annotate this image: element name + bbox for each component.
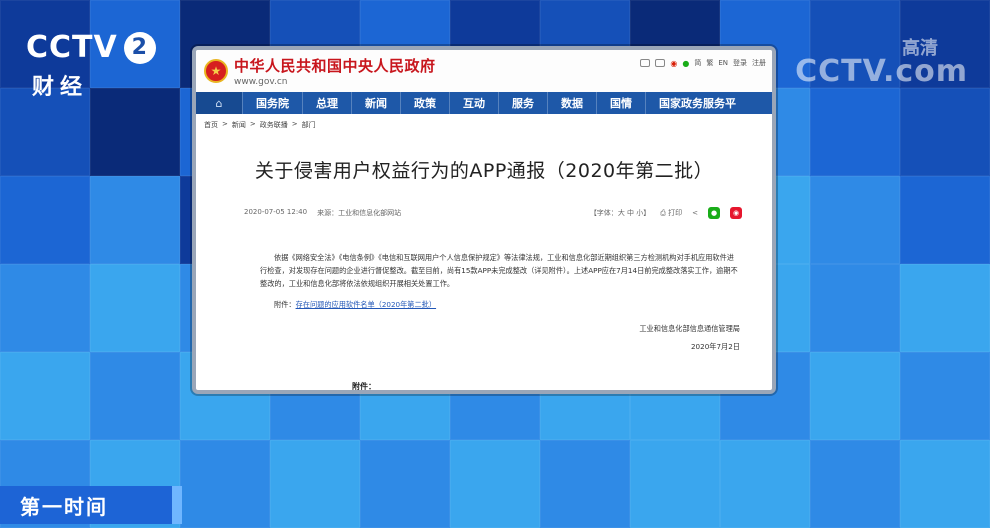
nav-item-policy[interactable]: 政策 <box>400 92 449 114</box>
hd-badge: 高清 <box>902 38 938 59</box>
nav-item-news[interactable]: 新闻 <box>351 92 400 114</box>
wechat-icon[interactable]: ● <box>682 59 689 68</box>
print-button[interactable]: ⎙ 打印 <box>660 208 682 218</box>
nav-item-data[interactable]: 数据 <box>547 92 596 114</box>
cctv-hd-watermark: 高清 CCTV.com <box>795 38 968 89</box>
cctv-com-logo: CCTV.com <box>795 54 968 89</box>
channel-number: 2 <box>123 31 156 64</box>
article-title: 关于侵害用户权益行为的APP通报（2020年第二批） <box>254 160 714 182</box>
breadcrumb-home[interactable]: 首页 <box>204 120 218 130</box>
cctv-logo-text: CCTV <box>26 30 118 65</box>
program-name: 第一时间 <box>20 494 108 519</box>
nav-item-gov-services[interactable]: 国家政务服务平 <box>645 92 749 114</box>
breadcrumb-departments[interactable]: 部门 <box>302 120 316 130</box>
attachment-heading: 附件： <box>352 382 376 391</box>
breadcrumb: 首页 > 新闻 > 政务联播 > 部门 <box>204 120 316 130</box>
printer-icon: ⎙ <box>660 209 666 217</box>
signature-org: 工业和信息化部信息通信管理局 <box>639 324 740 333</box>
nav-item-state-council[interactable]: 国务院 <box>242 92 302 114</box>
attachment-link[interactable]: 存在问题的应用软件名单（2020年第二批） <box>296 300 436 309</box>
breadcrumb-news[interactable]: 新闻 <box>232 120 246 130</box>
link-register[interactable]: 注册 <box>752 58 766 68</box>
mobile-icon[interactable] <box>655 59 666 67</box>
breadcrumb-gov-broadcast[interactable]: 政务联播 <box>260 120 288 130</box>
link-traditional[interactable]: 繁 <box>706 58 713 68</box>
source-name: 工业和信息化部网站 <box>338 209 402 217</box>
attachment-line: 附件：存在问题的应用软件名单（2020年第二批） <box>260 300 772 310</box>
link-simplified[interactable]: 简 <box>694 58 701 68</box>
weibo-share-icon[interactable]: ◉ <box>730 207 742 219</box>
attachment-label: 附件： <box>274 300 296 309</box>
weibo-icon[interactable]: ◉ <box>670 59 677 68</box>
site-url: www.gov.cn <box>234 77 288 87</box>
channel-name: 财经 <box>32 75 89 100</box>
link-english[interactable]: EN <box>718 59 728 67</box>
source-label: 来源： <box>317 209 339 217</box>
wechat-share-icon[interactable]: ● <box>708 207 720 219</box>
nav-item-national-info[interactable]: 国情 <box>596 92 645 114</box>
publish-date: 2020-07-05 12:40 <box>244 208 308 216</box>
article-paragraph: 依据《网络安全法》《电信条例》《电信和互联网用户个人信息保护规定》等法律法规，工… <box>260 253 738 288</box>
program-caption: 第一时间 <box>0 486 182 524</box>
nav-item-interaction[interactable]: 互动 <box>449 92 498 114</box>
main-nav: ⌂ 国务院 总理 新闻 政策 互动 服务 数据 国情 国家政务服务平 <box>196 92 772 114</box>
signature-date: 2020年7月2日 <box>690 342 740 351</box>
national-emblem-icon[interactable]: ★ <box>204 59 228 83</box>
article-meta: 2020-07-05 12:40 来源：工业和信息化部网站 【字体：大 中 小】… <box>244 207 742 219</box>
font-size-large[interactable]: 大 <box>618 209 625 217</box>
mail-icon[interactable] <box>640 59 651 67</box>
font-size-control: 【字体：大 中 小】 <box>589 209 651 217</box>
top-links: ◉ ● 简 繁 EN 登录 注册 <box>640 58 766 68</box>
site-header: ★ 中华人民共和国中央人民政府 www.gov.cn ◉ ● 简 繁 EN 登录… <box>196 50 772 92</box>
share-icon[interactable]: < <box>692 209 698 217</box>
nav-item-premier[interactable]: 总理 <box>302 92 351 114</box>
cctv2-logo: CCTV 2 财经 <box>26 30 156 101</box>
home-gate-icon[interactable]: ⌂ <box>196 92 242 114</box>
nav-item-services[interactable]: 服务 <box>498 92 547 114</box>
link-login[interactable]: 登录 <box>733 58 747 68</box>
site-title[interactable]: 中华人民共和国中央人民政府 <box>234 55 436 76</box>
browser-panel: ★ 中华人民共和国中央人民政府 www.gov.cn ◉ ● 简 繁 EN 登录… <box>192 46 776 394</box>
font-size-medium[interactable]: 中 <box>627 209 634 217</box>
